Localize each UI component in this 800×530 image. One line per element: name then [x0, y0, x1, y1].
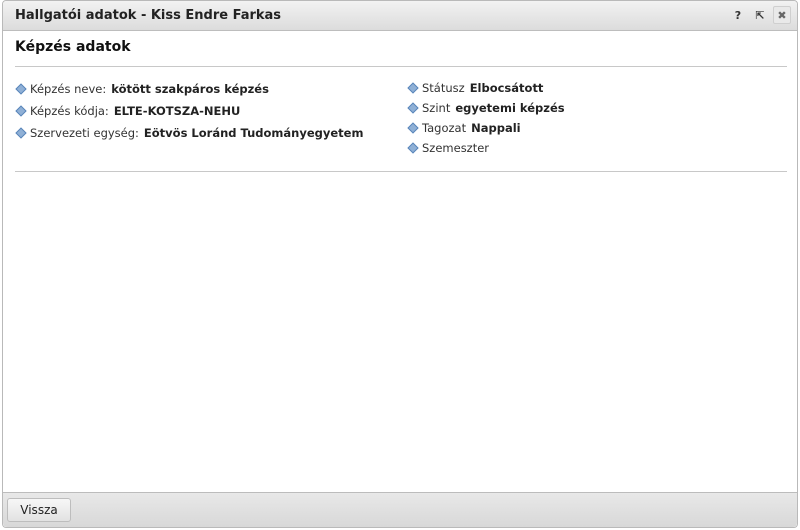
field-label: Tagozat	[422, 121, 467, 135]
field-value: egyetemi képzés	[455, 101, 565, 115]
window-titlebar[interactable]: Hallgatói adatok - Kiss Endre Farkas ? ⇱…	[3, 1, 797, 31]
field-label: Szervezeti egység:	[30, 126, 139, 140]
popout-icon[interactable]: ⇱	[751, 6, 769, 24]
titlebar-controls: ? ⇱ ✖	[729, 6, 791, 24]
right-field-list: Státusz Elbocsátott Szint egyetemi képzé…	[409, 78, 565, 158]
diamond-bullet-icon	[409, 144, 417, 152]
diamond-bullet-icon	[409, 84, 417, 92]
student-data-window: Hallgatói adatok - Kiss Endre Farkas ? ⇱…	[2, 0, 798, 528]
window-footer: Vissza	[3, 492, 797, 527]
back-button[interactable]: Vissza	[7, 498, 71, 522]
field-level: Szint egyetemi képzés	[409, 98, 565, 118]
field-value: kötött szakpáros képzés	[111, 82, 269, 96]
field-label: Szint	[422, 101, 451, 115]
section-title: Képzés adatok	[15, 39, 131, 55]
help-icon[interactable]: ?	[729, 6, 747, 24]
field-value: ELTE-KOTSZA-NEHU	[113, 104, 241, 118]
field-organization-unit: Szervezeti egység: Eötvös Loránd Tudomán…	[17, 122, 363, 144]
field-status: Státusz Elbocsátott	[409, 78, 565, 98]
window-title: Hallgatói adatok - Kiss Endre Farkas	[15, 8, 282, 23]
diamond-bullet-icon	[17, 107, 25, 115]
field-training-code: Képzés kódja: ELTE-KOTSZA-NEHU	[17, 100, 363, 122]
field-value: Nappali	[471, 121, 521, 135]
bottom-divider	[15, 171, 787, 172]
diamond-bullet-icon	[17, 85, 25, 93]
field-label: Szemeszter	[422, 141, 490, 155]
diamond-bullet-icon	[409, 124, 417, 132]
left-field-list: Képzés neve: kötött szakpáros képzés Kép…	[17, 78, 363, 144]
diamond-bullet-icon	[17, 129, 25, 137]
field-label: Képzés neve:	[30, 82, 107, 96]
field-semester: Szemeszter	[409, 138, 565, 158]
diamond-bullet-icon	[409, 104, 417, 112]
top-divider	[15, 66, 787, 67]
field-value: Eötvös Loránd Tudományegyetem	[143, 126, 364, 140]
field-training-name: Képzés neve: kötött szakpáros képzés	[17, 78, 363, 100]
field-value: Elbocsátott	[469, 81, 544, 95]
field-label: Státusz	[422, 81, 465, 95]
close-icon[interactable]: ✖	[773, 6, 791, 24]
field-label: Képzés kódja:	[30, 104, 109, 118]
field-schedule: Tagozat Nappali	[409, 118, 565, 138]
